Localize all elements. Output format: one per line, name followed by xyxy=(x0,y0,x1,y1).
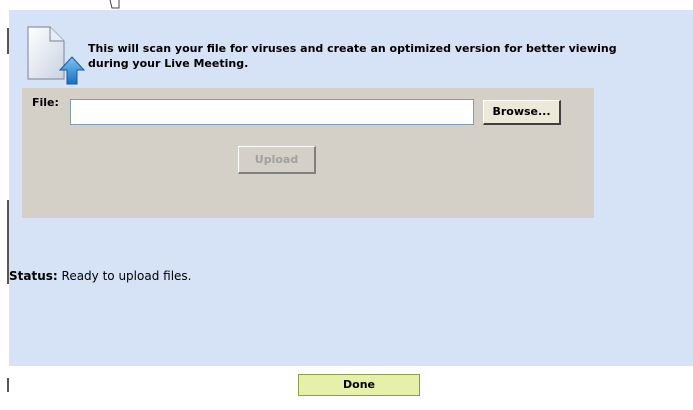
left-border-segment xyxy=(7,28,9,54)
document-upload-icon xyxy=(27,26,86,85)
status-line: Status: Ready to upload files. xyxy=(9,269,191,283)
status-text: Ready to upload files. xyxy=(57,269,192,283)
done-button[interactable]: Done xyxy=(298,374,420,396)
file-path-input[interactable] xyxy=(70,99,474,125)
intro-text: This will scan your file for viruses and… xyxy=(88,42,617,70)
top-strip xyxy=(0,0,693,10)
upload-dialog: This will scan your file for viruses and… xyxy=(0,0,693,410)
file-label: File: xyxy=(32,96,59,109)
status-label: Status: xyxy=(9,269,58,283)
left-border-segment xyxy=(7,378,9,392)
browse-button[interactable]: Browse... xyxy=(483,100,561,125)
upload-button[interactable]: Upload xyxy=(238,146,316,174)
partial-glyph-icon xyxy=(109,0,120,9)
